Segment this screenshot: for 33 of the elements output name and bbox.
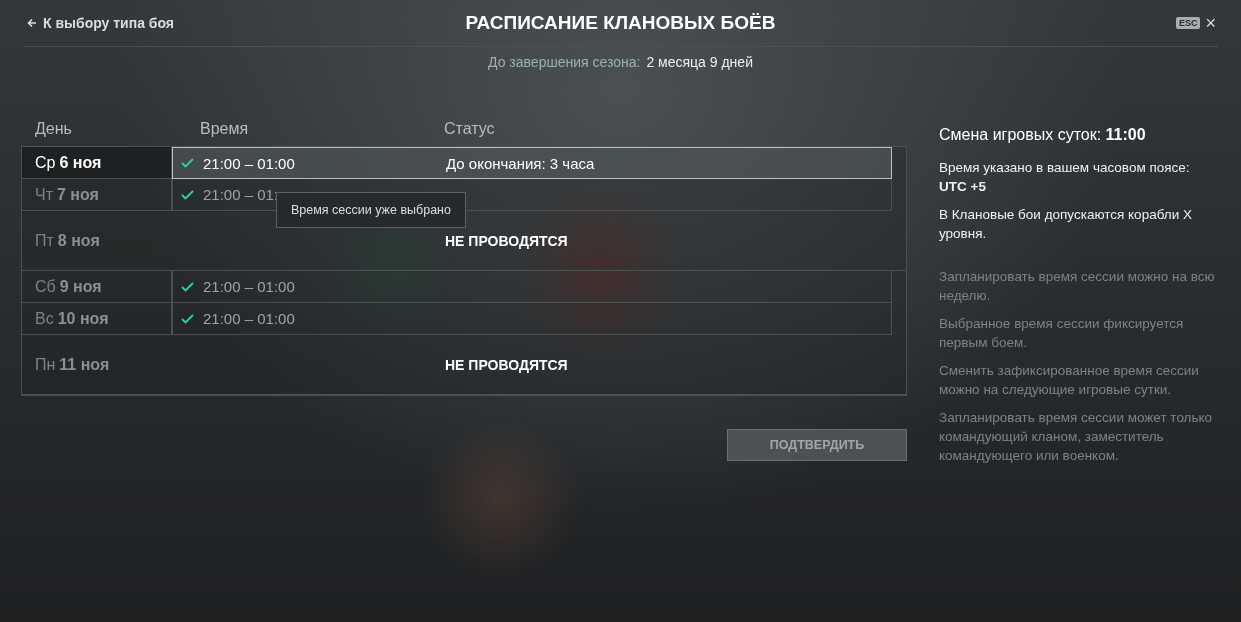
info-note: Запланировать время сессии может только командующий кланом, заместитель командующего или военком. — [939, 409, 1214, 465]
info-note: Выбранное время сессии фиксируется первым боем. — [939, 315, 1185, 352]
column-header: Время — [200, 120, 250, 139]
day-cell[interactable]: Ср 6 ноя — [22, 147, 172, 179]
day-cell[interactable]: Сб 9 ноя — [22, 271, 172, 303]
no-battles-status: НЕ ПРОВОДЯТСЯ — [445, 232, 568, 249]
timezone-text: Время указано в вашем часовом поясе: UTC +5 — [939, 159, 1191, 196]
column-header: Статус — [444, 120, 495, 139]
session-time: 21:00 – 01:00 — [203, 154, 296, 172]
back-link[interactable]: К выбору типа боя — [27, 15, 175, 31]
season-label: До завершения сезона: — [488, 54, 641, 70]
column-header: День — [34, 120, 73, 139]
close-button[interactable]: × — [1203, 14, 1218, 32]
session-time: 21:00 – 01:00 — [203, 278, 296, 295]
session-status: До окончания: 3 часа — [446, 154, 595, 172]
day-cell[interactable]: Пн 11 ноя — [22, 335, 172, 395]
ships-text: В Клановые бои допускаются корабли Х уровня. — [939, 206, 1193, 243]
tooltip: Время сессии уже выбрано — [276, 192, 466, 228]
info-note: Запланировать время сессии можно на всю неделю. — [939, 268, 1216, 305]
season-remaining: 2 месяца 9 дней — [646, 54, 753, 70]
day-change-text: Смена игровых суток: 11:00 — [939, 126, 1147, 144]
back-arrow-icon — [27, 18, 37, 28]
day-cell[interactable]: Пт 8 ноя — [22, 211, 172, 271]
session-slot[interactable]: 21:00 – 01:00 — [172, 303, 892, 335]
info-note: Сменить зафиксированное время сессии можно на следующие игровые сутки. — [939, 362, 1200, 399]
esc-key-badge: ESC — [1175, 17, 1201, 29]
page-title: РАСПИСАНИЕ КЛАНОВЫХ БОЁВ — [465, 12, 776, 34]
no-battles-status: НЕ ПРОВОДЯТСЯ — [445, 356, 568, 373]
session-time: 21:00 – 01:00 — [203, 310, 296, 327]
day-cell[interactable]: Вс 10 ноя — [22, 303, 172, 335]
session-slot[interactable]: 21:00 – 01:00 До окончания: 3 часа — [172, 147, 892, 179]
day-cell[interactable]: Чт 7 ноя — [22, 179, 172, 211]
session-slot[interactable]: 21:00 – 01:00 — [172, 271, 892, 303]
